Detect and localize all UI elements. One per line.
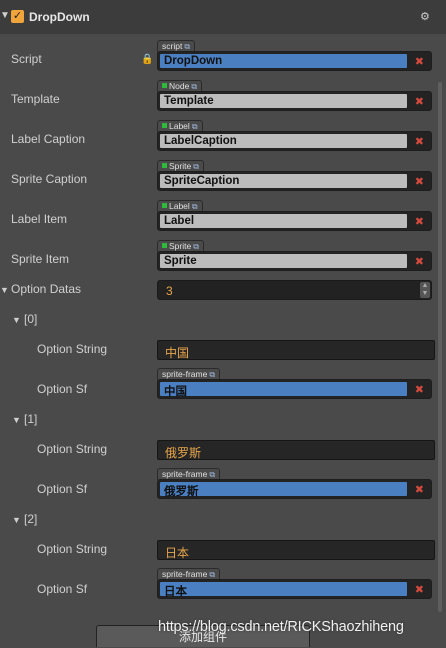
- lock-icon: 🔒: [141, 54, 154, 65]
- sprite-caption-value: SpriteCaption: [164, 175, 240, 187]
- label-item-value: Label: [164, 215, 195, 227]
- external-link-icon: ⧉: [191, 202, 198, 211]
- scrollbar[interactable]: [438, 82, 442, 612]
- clear-icon[interactable]: ✖: [415, 583, 424, 596]
- component-header: ▼ ✓ DropDown ⚙: [0, 0, 446, 34]
- clear-icon[interactable]: ✖: [415, 215, 424, 228]
- item-0-option-sf-field[interactable]: 中国 ✖: [157, 379, 432, 399]
- option-datas-label: Option Datas: [11, 282, 82, 296]
- item-2-option-string-label: Option String: [37, 542, 108, 556]
- sprite-item-label: Sprite Item: [11, 252, 70, 266]
- item-2-option-sf-field[interactable]: 日本 ✖: [157, 579, 432, 599]
- item-0-option-sf-label: Option Sf: [37, 382, 88, 396]
- item-0-option-string-input[interactable]: 中国: [157, 340, 435, 360]
- item-2-index: [2]: [24, 512, 38, 526]
- sprite-item-value: Sprite: [164, 255, 197, 267]
- collapse-arrow-icon[interactable]: ▼: [0, 10, 10, 21]
- sprite-caption-label: Sprite Caption: [11, 172, 88, 186]
- clear-icon[interactable]: ✖: [415, 95, 424, 108]
- item-1-option-string-input[interactable]: 俄罗斯: [157, 440, 435, 460]
- clear-icon[interactable]: ✖: [415, 383, 424, 396]
- label-caption-label: Label Caption: [11, 132, 86, 146]
- item-0-expand-icon[interactable]: ▼: [12, 315, 21, 325]
- item-0-option-sf-value: 中国: [164, 386, 187, 398]
- external-link-icon: ⧉: [209, 370, 216, 379]
- script-field[interactable]: DropDown ✖: [157, 51, 432, 71]
- external-link-icon: ⧉: [193, 242, 199, 251]
- clear-icon[interactable]: ✖: [415, 175, 424, 188]
- item-2-option-string-input[interactable]: 日本: [157, 540, 435, 560]
- sprite-item-field[interactable]: Sprite ✖: [157, 251, 432, 271]
- external-link-icon: ⧉: [184, 42, 191, 51]
- item-1-expand-icon[interactable]: ▼: [12, 415, 21, 425]
- item-2-option-string-value: 日本: [165, 546, 190, 560]
- item-1-option-sf-label: Option Sf: [37, 482, 88, 496]
- item-1-option-string-value: 俄罗斯: [165, 446, 202, 460]
- item-0-option-string-value: 中国: [165, 346, 190, 360]
- enabled-checkbox[interactable]: ✓: [11, 10, 24, 23]
- clear-icon[interactable]: ✖: [415, 483, 424, 496]
- option-datas-count-field[interactable]: 3 ▲ ▼: [157, 280, 432, 300]
- label-caption-value: LabelCaption: [164, 135, 237, 147]
- option-datas-count: 3: [166, 284, 173, 298]
- item-2-option-sf-label: Option Sf: [37, 582, 88, 596]
- item-2-option-sf-value: 日本: [164, 586, 187, 598]
- script-value: DropDown: [164, 55, 223, 67]
- item-1-option-sf-value: 俄罗斯: [164, 486, 199, 498]
- external-link-icon: ⧉: [193, 162, 199, 171]
- external-link-icon: ⧉: [191, 122, 198, 131]
- item-0-index: [0]: [24, 312, 38, 326]
- clear-icon[interactable]: ✖: [415, 55, 424, 68]
- watermark: https://blog.csdn.net/RICKShaozhiheng: [158, 619, 404, 635]
- stepper-arrows[interactable]: ▲ ▼: [420, 282, 430, 298]
- item-2-expand-icon[interactable]: ▼: [12, 515, 21, 525]
- template-value: Template: [164, 95, 214, 107]
- clear-icon[interactable]: ✖: [415, 255, 424, 268]
- template-field[interactable]: Template ✖: [157, 91, 432, 111]
- external-link-icon: ⧉: [191, 82, 198, 91]
- item-1-option-sf-field[interactable]: 俄罗斯 ✖: [157, 479, 432, 499]
- label-item-label: Label Item: [11, 212, 68, 226]
- sprite-caption-field[interactable]: SpriteCaption ✖: [157, 171, 432, 191]
- external-link-icon: ⧉: [209, 470, 216, 479]
- label-item-field[interactable]: Label ✖: [157, 211, 432, 231]
- external-link-icon: ⧉: [209, 570, 216, 579]
- item-1-index: [1]: [24, 412, 38, 426]
- gear-icon[interactable]: ⚙: [420, 10, 430, 23]
- component-title: DropDown: [29, 10, 90, 24]
- item-1-option-string-label: Option String: [37, 442, 108, 456]
- item-0-option-string-label: Option String: [37, 342, 108, 356]
- label-caption-field[interactable]: LabelCaption ✖: [157, 131, 432, 151]
- template-label: Template: [11, 92, 60, 106]
- option-datas-expand-icon[interactable]: ▼: [0, 285, 9, 295]
- clear-icon[interactable]: ✖: [415, 135, 424, 148]
- script-label: Script: [11, 52, 42, 66]
